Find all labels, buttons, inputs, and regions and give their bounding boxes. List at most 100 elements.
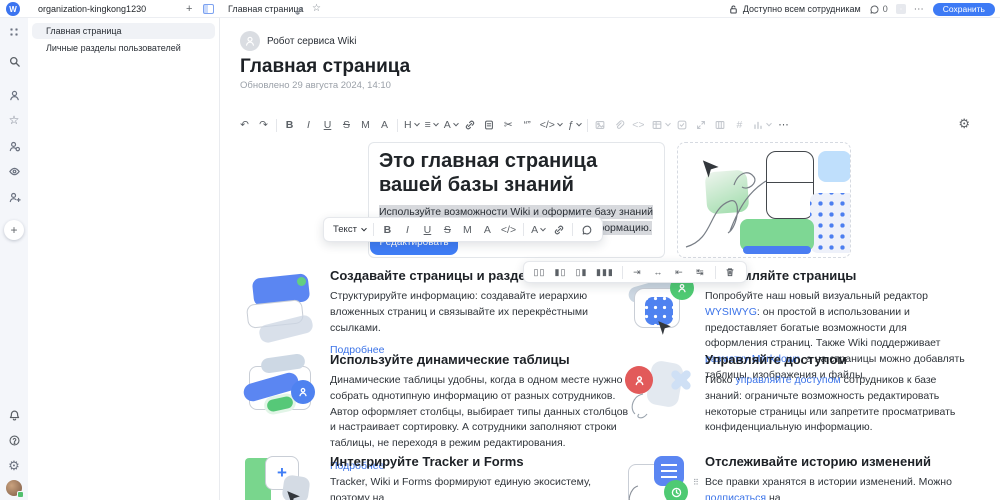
clear-format-icon[interactable]: A bbox=[378, 117, 391, 133]
access-level[interactable]: Доступно всем сотрудникам bbox=[728, 4, 861, 15]
italic-icon[interactable]: I bbox=[401, 222, 414, 238]
editor-settings-icon[interactable]: ⚙ bbox=[958, 116, 970, 132]
more-menu-button[interactable]: ⋯ bbox=[914, 4, 925, 15]
sidebar-item-main-page[interactable]: Главная страница bbox=[32, 23, 215, 39]
split-columns-icon[interactable]: ▮▮▮ bbox=[596, 264, 614, 280]
link-icon[interactable] bbox=[552, 222, 565, 238]
redo-icon[interactable]: ↷ bbox=[257, 117, 270, 133]
copy-link-icon[interactable] bbox=[294, 3, 304, 21]
main-content: Робот сервиса Wiki Главная страница Обно… bbox=[220, 18, 1000, 500]
help-icon[interactable] bbox=[7, 433, 21, 447]
section-title: Интегрируйте Tracker и Forms bbox=[330, 454, 524, 469]
manage-access-link[interactable]: управляйте доступом bbox=[735, 374, 840, 386]
user-avatar[interactable] bbox=[6, 480, 24, 498]
strikethrough-icon[interactable]: S bbox=[441, 222, 454, 238]
hero-illustration[interactable] bbox=[677, 142, 851, 258]
section-body: ⠿ Все правки хранятся в истории изменений… bbox=[693, 475, 997, 500]
profile-icon[interactable] bbox=[7, 88, 21, 102]
drag-handle-icon[interactable]: ⠿ bbox=[693, 477, 699, 489]
code-block-icon: <> bbox=[632, 119, 645, 131]
list-icon[interactable]: ≡ bbox=[425, 117, 439, 133]
top-bar: W organization-kingkong1230 + Главная ст… bbox=[0, 0, 1000, 18]
formula-icon[interactable]: ƒ bbox=[568, 117, 582, 133]
table-icon bbox=[651, 117, 671, 133]
two-columns-icon[interactable]: ▯▯ bbox=[533, 264, 546, 280]
services-grid-icon[interactable] bbox=[7, 25, 21, 39]
updated-timestamp: Обновлено 29 августа 2024, 14:10 bbox=[240, 80, 391, 91]
checklist-icon bbox=[676, 117, 689, 133]
columns-icon bbox=[714, 117, 727, 133]
table-toolbar: ▯▯ ▮▯ ▯▮ ▮▮▮ ⇥ ↔ ⇤ ↹ bbox=[523, 261, 747, 283]
monospace-icon[interactable]: M bbox=[461, 222, 474, 238]
distribute-columns-icon[interactable]: ↔ bbox=[652, 264, 665, 280]
favorites-icon[interactable]: ☆ bbox=[7, 113, 21, 127]
subscribe-link[interactable]: подписаться bbox=[705, 492, 766, 500]
breadcrumb-page-title[interactable]: Главная страница bbox=[228, 4, 304, 14]
text-color-icon[interactable]: A bbox=[444, 117, 459, 133]
notifications-icon[interactable] bbox=[7, 408, 21, 422]
comment-icon[interactable] bbox=[580, 222, 593, 238]
wiki-logo[interactable]: W bbox=[6, 2, 20, 16]
illustration-manage-access bbox=[625, 354, 697, 420]
text-style-dropdown[interactable]: Текст bbox=[333, 224, 367, 235]
illustration-history bbox=[628, 456, 696, 500]
fixed-width-icon[interactable]: ↹ bbox=[694, 264, 707, 280]
text-color-icon[interactable]: A bbox=[531, 222, 546, 238]
create-button[interactable]: + bbox=[4, 220, 24, 240]
delete-block-icon[interactable] bbox=[724, 264, 737, 280]
unlock-icon bbox=[730, 4, 737, 14]
heading-icon[interactable]: H bbox=[404, 117, 420, 133]
cursor-icon bbox=[702, 160, 719, 178]
access-label: Доступно всем сотрудникам bbox=[742, 4, 861, 14]
clear-format-icon[interactable]: A bbox=[481, 222, 494, 238]
save-button[interactable]: Сохранить bbox=[932, 2, 995, 16]
settings-icon[interactable]: ⚙ bbox=[7, 458, 21, 473]
strikethrough-icon[interactable]: S bbox=[340, 117, 353, 133]
code-icon[interactable]: </> bbox=[540, 117, 563, 133]
link-icon[interactable] bbox=[464, 117, 477, 133]
watched-icon[interactable] bbox=[7, 164, 21, 178]
illustration-dynamic-tables bbox=[241, 353, 317, 420]
squiggle-lines bbox=[628, 485, 639, 500]
undo-icon[interactable]: ↶ bbox=[238, 117, 251, 133]
author-avatar[interactable] bbox=[240, 31, 260, 51]
toggle-sidebar-icon[interactable] bbox=[203, 4, 214, 14]
insert-column-right-icon[interactable]: ▯▮ bbox=[575, 264, 588, 280]
section-title: Отслеживайте историю изменений bbox=[705, 454, 932, 469]
doc-headline[interactable]: Это главная страница вашей базы знаний bbox=[379, 150, 654, 197]
bold-icon[interactable]: B bbox=[381, 222, 394, 238]
section-manage-access: Управляйте доступом Гибко управляйте дос… bbox=[705, 352, 969, 436]
note-icon[interactable] bbox=[483, 117, 496, 133]
italic-icon[interactable]: I bbox=[302, 117, 315, 133]
quote-icon[interactable]: “” bbox=[521, 117, 534, 133]
squiggle-lines bbox=[631, 393, 648, 419]
sidebar-item-personal-sections[interactable]: Личные разделы пользователей bbox=[32, 40, 215, 56]
favorite-star-icon[interactable]: ☆ bbox=[312, 3, 321, 15]
section-body: Tracker, Wiki и Forms формируют единую э… bbox=[330, 476, 592, 500]
org-name[interactable]: organization-kingkong1230 bbox=[38, 4, 146, 14]
image-icon bbox=[594, 117, 607, 133]
underline-icon[interactable]: U bbox=[321, 117, 334, 133]
search-icon[interactable] bbox=[7, 54, 21, 68]
toolbar-more-icon[interactable]: ⋯ bbox=[777, 117, 790, 133]
fit-column-left-icon[interactable]: ⇤ bbox=[673, 264, 686, 280]
bold-icon[interactable]: B bbox=[283, 117, 296, 133]
shared-icon[interactable] bbox=[7, 139, 21, 153]
left-rail: ☆ + ⚙ bbox=[0, 18, 28, 500]
status-badge bbox=[17, 491, 24, 498]
comments-button[interactable]: 0 bbox=[869, 4, 888, 15]
chart-icon bbox=[752, 117, 772, 133]
comment-bubble-icon bbox=[870, 5, 879, 14]
cut-icon[interactable]: ✂ bbox=[502, 117, 515, 133]
cursor-icon bbox=[658, 321, 671, 335]
widgets-icon bbox=[895, 4, 906, 14]
monospace-icon[interactable]: M bbox=[359, 117, 372, 133]
add-page-button[interactable]: + bbox=[186, 0, 192, 18]
fit-column-right-icon[interactable]: ⇥ bbox=[631, 264, 644, 280]
underline-icon[interactable]: U bbox=[421, 222, 434, 238]
author-name[interactable]: Робот сервиса Wiki bbox=[267, 36, 356, 47]
code-icon[interactable]: </> bbox=[501, 222, 516, 238]
wysiwyg-link[interactable]: WYSIWYG bbox=[705, 306, 757, 318]
invite-icon[interactable] bbox=[7, 190, 21, 204]
insert-column-left-icon[interactable]: ▮▯ bbox=[554, 264, 567, 280]
